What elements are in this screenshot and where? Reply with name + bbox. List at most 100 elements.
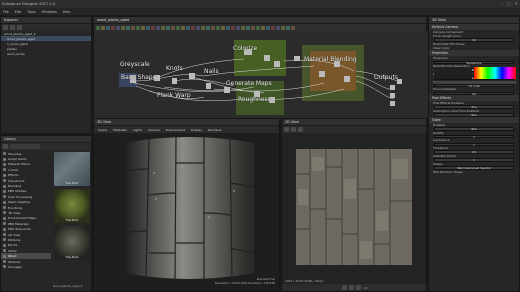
zoom-in-icon[interactable] — [356, 285, 362, 290]
node-shortcut-icon[interactable] — [161, 25, 165, 30]
view3d-menu-environment[interactable]: Environment — [164, 128, 187, 132]
node-shortcut-icon[interactable] — [146, 25, 150, 30]
node-shortcut-icon[interactable] — [231, 25, 235, 30]
node-shortcut-icon[interactable] — [176, 25, 180, 30]
node-shortcut-icon[interactable] — [196, 25, 200, 30]
menu-tools[interactable]: Tools — [27, 10, 35, 14]
new-icon[interactable] — [3, 25, 8, 30]
node-shortcut-icon[interactable] — [226, 25, 230, 30]
node-shortcut-icon[interactable] — [256, 25, 260, 30]
close-icon[interactable]: ✕ — [515, 1, 518, 7]
node-shortcut-icon[interactable] — [251, 25, 255, 30]
view3d-menu-scene[interactable]: Scene — [96, 128, 109, 132]
category-icon — [3, 162, 6, 166]
zoom-level[interactable]: 1:1 — [363, 286, 368, 290]
menu-help[interactable]: Help — [63, 10, 71, 14]
node-shortcut-icon[interactable] — [111, 25, 115, 30]
node-shortcut-icon[interactable] — [171, 25, 175, 30]
explorer-toolbar — [1, 24, 91, 31]
properties-panel: 3D View Default Camera Camera Component Fo… — [428, 16, 520, 292]
node-shortcut-icon[interactable] — [221, 25, 225, 30]
thumbnail-tree-bark[interactable]: Tree Bark — [54, 226, 90, 260]
category-icon — [3, 179, 6, 183]
node-shortcut-icon[interactable] — [276, 25, 280, 30]
node-shortcut-icon[interactable] — [126, 25, 130, 30]
category-icon — [3, 152, 6, 156]
node-shortcut-icon[interactable] — [186, 25, 190, 30]
view3d-menu-materials[interactable]: Materials — [111, 128, 129, 132]
node-shortcut-icon[interactable] — [291, 25, 295, 30]
node-shortcut-icon[interactable] — [241, 25, 245, 30]
node-shortcut-icon[interactable] — [156, 25, 160, 30]
view3d-title: 3D View — [94, 119, 279, 126]
search-icon[interactable] — [3, 144, 8, 149]
node-shortcut-icon[interactable] — [271, 25, 275, 30]
zoom-out-icon[interactable] — [342, 285, 348, 290]
category-icon — [3, 254, 6, 258]
menu-edit[interactable]: Edit — [15, 10, 22, 14]
node-shortcut-icon[interactable] — [206, 25, 210, 30]
category-icon — [3, 233, 6, 237]
category-icon — [3, 173, 6, 177]
node-shortcut-icon[interactable] — [236, 25, 240, 30]
node-shortcut-icon[interactable] — [246, 25, 250, 30]
node-shortcut-icon[interactable] — [266, 25, 270, 30]
node-shortcut-icon[interactable] — [286, 25, 290, 30]
view2d-toolbar — [282, 126, 426, 133]
node-shortcut-icon[interactable] — [101, 25, 105, 30]
menu-windows[interactable]: Windows — [42, 10, 57, 14]
view3d-menu-camera[interactable]: Camera — [146, 128, 162, 132]
node-shortcut-icon[interactable] — [131, 25, 135, 30]
category-icon — [3, 243, 6, 247]
library-thumbnails: Tree Bark Tree Bark Tree Bark — [52, 151, 92, 263]
open-icon[interactable] — [10, 25, 15, 30]
fit-icon[interactable] — [284, 127, 289, 132]
node-shortcut-icon[interactable] — [261, 25, 265, 30]
thumbnail-tree-bark[interactable]: Tree Bark — [54, 152, 90, 186]
node-shortcut-icon[interactable] — [166, 25, 170, 30]
channel-icon[interactable] — [291, 127, 296, 132]
label-greyscale: Greyscale — [120, 61, 150, 68]
cylinder-preview[interactable] — [94, 133, 281, 283]
zoom-reset-icon[interactable] — [349, 285, 355, 290]
node-shortcut-icon[interactable] — [191, 25, 195, 30]
view3d-menu-display[interactable]: Display — [189, 128, 204, 132]
texture-preview[interactable] — [296, 149, 412, 265]
node-shortcut-icon[interactable] — [211, 25, 215, 30]
node-shortcut-icon[interactable] — [136, 25, 140, 30]
library-panel: Library Favorites Graph Items Material Fil… — [0, 135, 92, 292]
node-shortcut-icon[interactable] — [181, 25, 185, 30]
category-icon — [3, 249, 6, 253]
graph-tab[interactable]: wood_planks_aged — [94, 17, 426, 24]
node-shortcut-icon[interactable] — [281, 25, 285, 30]
menu-bar: File Edit Tools Windows Help — [0, 8, 520, 15]
node-shortcut-icon[interactable] — [106, 25, 110, 30]
library-footer: wood_planks_aged_2 — [53, 284, 83, 288]
category-icon — [3, 157, 6, 161]
explorer-item[interactable]: wood_knots — [1, 51, 91, 56]
node-shortcut-icon[interactable] — [141, 25, 145, 30]
node-shortcut-icon[interactable] — [96, 25, 100, 30]
menu-file[interactable]: File — [3, 10, 9, 14]
view3d-stats: Preview/Final Resolution: 1024x1024 Iter… — [214, 277, 275, 285]
tile-icon[interactable] — [298, 127, 303, 132]
save-icon[interactable] — [17, 25, 22, 30]
view2d-bottom-toolbar: 1:1 — [282, 284, 426, 291]
node-shortcut-icon[interactable] — [151, 25, 155, 30]
filter-icon[interactable] — [10, 144, 40, 149]
node-shortcut-icon[interactable] — [201, 25, 205, 30]
view3d-menu-renderer[interactable]: Renderer — [206, 128, 224, 132]
node-shortcut-icon[interactable] — [121, 25, 125, 30]
thumbnail-tree-bark[interactable]: Tree Bark — [54, 189, 90, 223]
maximize-icon[interactable]: □ — [507, 1, 511, 7]
graph-panel: wood_planks_aged Greyscale Colorize Knot… — [93, 16, 428, 118]
app-title: Substance Designer 2017.1.0 — [2, 2, 56, 6]
library-toolbar — [1, 143, 91, 150]
view3d-menu-lights[interactable]: Lights — [131, 128, 144, 132]
node-shortcut-icon[interactable] — [116, 25, 120, 30]
category-icon — [3, 195, 6, 199]
color-picker[interactable] — [434, 67, 516, 87]
library-category[interactable]: Smudges — [1, 264, 51, 269]
node-shortcut-icon[interactable] — [216, 25, 220, 30]
minimize-icon[interactable]: – — [501, 1, 503, 7]
